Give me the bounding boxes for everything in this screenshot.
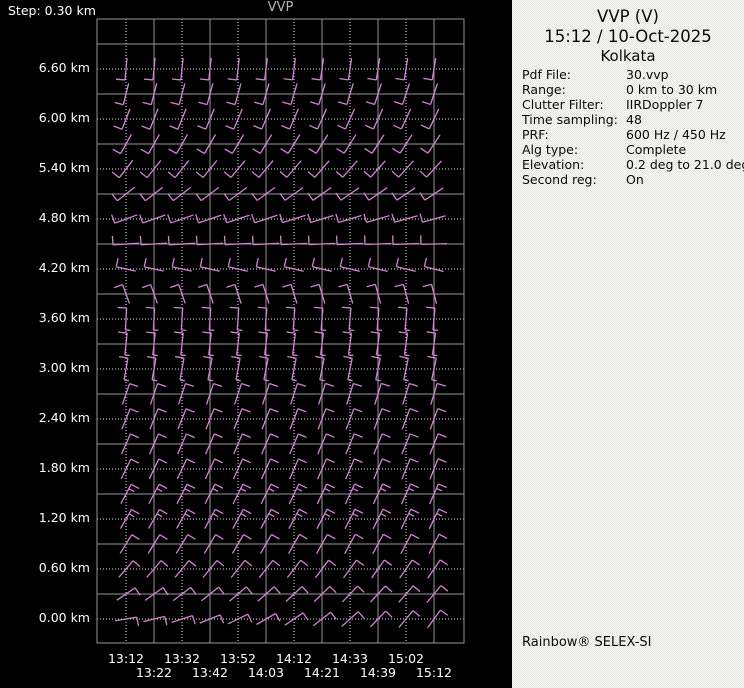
software-credit: Rainbow® SELEX-SI xyxy=(522,635,652,650)
x-axis-label: 14:39 xyxy=(359,665,397,680)
x-axis-label: 13:42 xyxy=(191,665,229,680)
info-value: 600 Hz / 450 Hz xyxy=(626,127,726,142)
info-label: Clutter Filter: xyxy=(522,97,604,112)
y-axis-label: 1.80 km xyxy=(38,460,90,475)
step-label: Step: 0.30 km xyxy=(8,3,96,18)
x-axis-label: 15:12 xyxy=(415,665,453,680)
info-value: 0 km to 30 km xyxy=(626,82,718,97)
y-axis-label: 4.80 km xyxy=(38,210,90,225)
y-axis-label: 0.60 km xyxy=(38,560,90,575)
x-axis-label: 13:32 xyxy=(163,651,201,666)
y-axis-label: 0.00 km xyxy=(38,610,90,625)
y-axis-label: 6.00 km xyxy=(38,110,90,125)
info-label: Pdf File: xyxy=(522,67,571,82)
info-value: Complete xyxy=(626,142,687,157)
info-row: Range: 0 km to 30 km xyxy=(522,82,742,97)
info-label: Elevation: xyxy=(522,157,585,172)
x-axis-label: 14:03 xyxy=(247,665,285,680)
panel-site: Kolkata xyxy=(600,47,656,65)
y-axis-label: 3.60 km xyxy=(38,310,90,325)
info-value: On xyxy=(626,172,644,187)
info-panel: VVP (V) 15:12 / 10-Oct-2025 Kolkata Pdf … xyxy=(512,0,744,688)
info-label: Second reg: xyxy=(522,172,597,187)
info-row: Elevation: 0.2 deg to 21.0 deg xyxy=(522,157,744,172)
info-value: 48 xyxy=(626,112,642,127)
vvp-product-window: { "chart": { "plot_title": "VVP", "step_… xyxy=(0,0,744,688)
x-axis-label: 14:33 xyxy=(331,651,369,666)
info-label: Alg type: xyxy=(522,142,579,157)
info-row: PRF: 600 Hz / 450 Hz xyxy=(522,127,742,142)
info-value: 0.2 deg to 21.0 deg xyxy=(626,157,744,172)
panel-datetime: 15:12 / 10-Oct-2025 xyxy=(544,27,712,46)
info-label: Time sampling: xyxy=(522,112,618,127)
info-row: Pdf File: 30.vvp xyxy=(522,67,742,82)
x-axis-label: 13:52 xyxy=(219,651,257,666)
info-row: Second reg: On xyxy=(522,172,742,187)
panel-title: VVP (V) xyxy=(597,7,659,26)
x-axis-label: 14:21 xyxy=(303,665,341,680)
plot-title: VVP xyxy=(267,0,294,15)
x-axis-label: 13:22 xyxy=(135,665,173,680)
info-row: Clutter Filter: IIRDoppler 7 xyxy=(522,97,742,112)
y-axis-label: 2.40 km xyxy=(38,410,90,425)
product-info-list: Pdf File: 30.vvp Range: 0 km to 30 km Clutte… xyxy=(522,67,744,187)
info-row: Time sampling: 48 xyxy=(522,112,742,127)
y-axis-label: 5.40 km xyxy=(38,160,90,175)
y-axis-label: 6.60 km xyxy=(38,60,90,75)
x-axis-label: 13:12 xyxy=(107,651,145,666)
y-axis-label: 3.00 km xyxy=(38,360,90,375)
info-label: PRF: xyxy=(522,127,549,142)
x-axis-label: 15:02 xyxy=(387,651,425,666)
y-axis-label: 1.20 km xyxy=(38,510,90,525)
info-label: Range: xyxy=(522,82,566,97)
info-row: Alg type: Complete xyxy=(522,142,742,157)
x-axis-label: 14:12 xyxy=(275,651,313,666)
y-axis-label: 4.20 km xyxy=(38,260,90,275)
info-value: IIRDoppler 7 xyxy=(626,97,704,112)
info-value: 30.vvp xyxy=(626,67,669,82)
